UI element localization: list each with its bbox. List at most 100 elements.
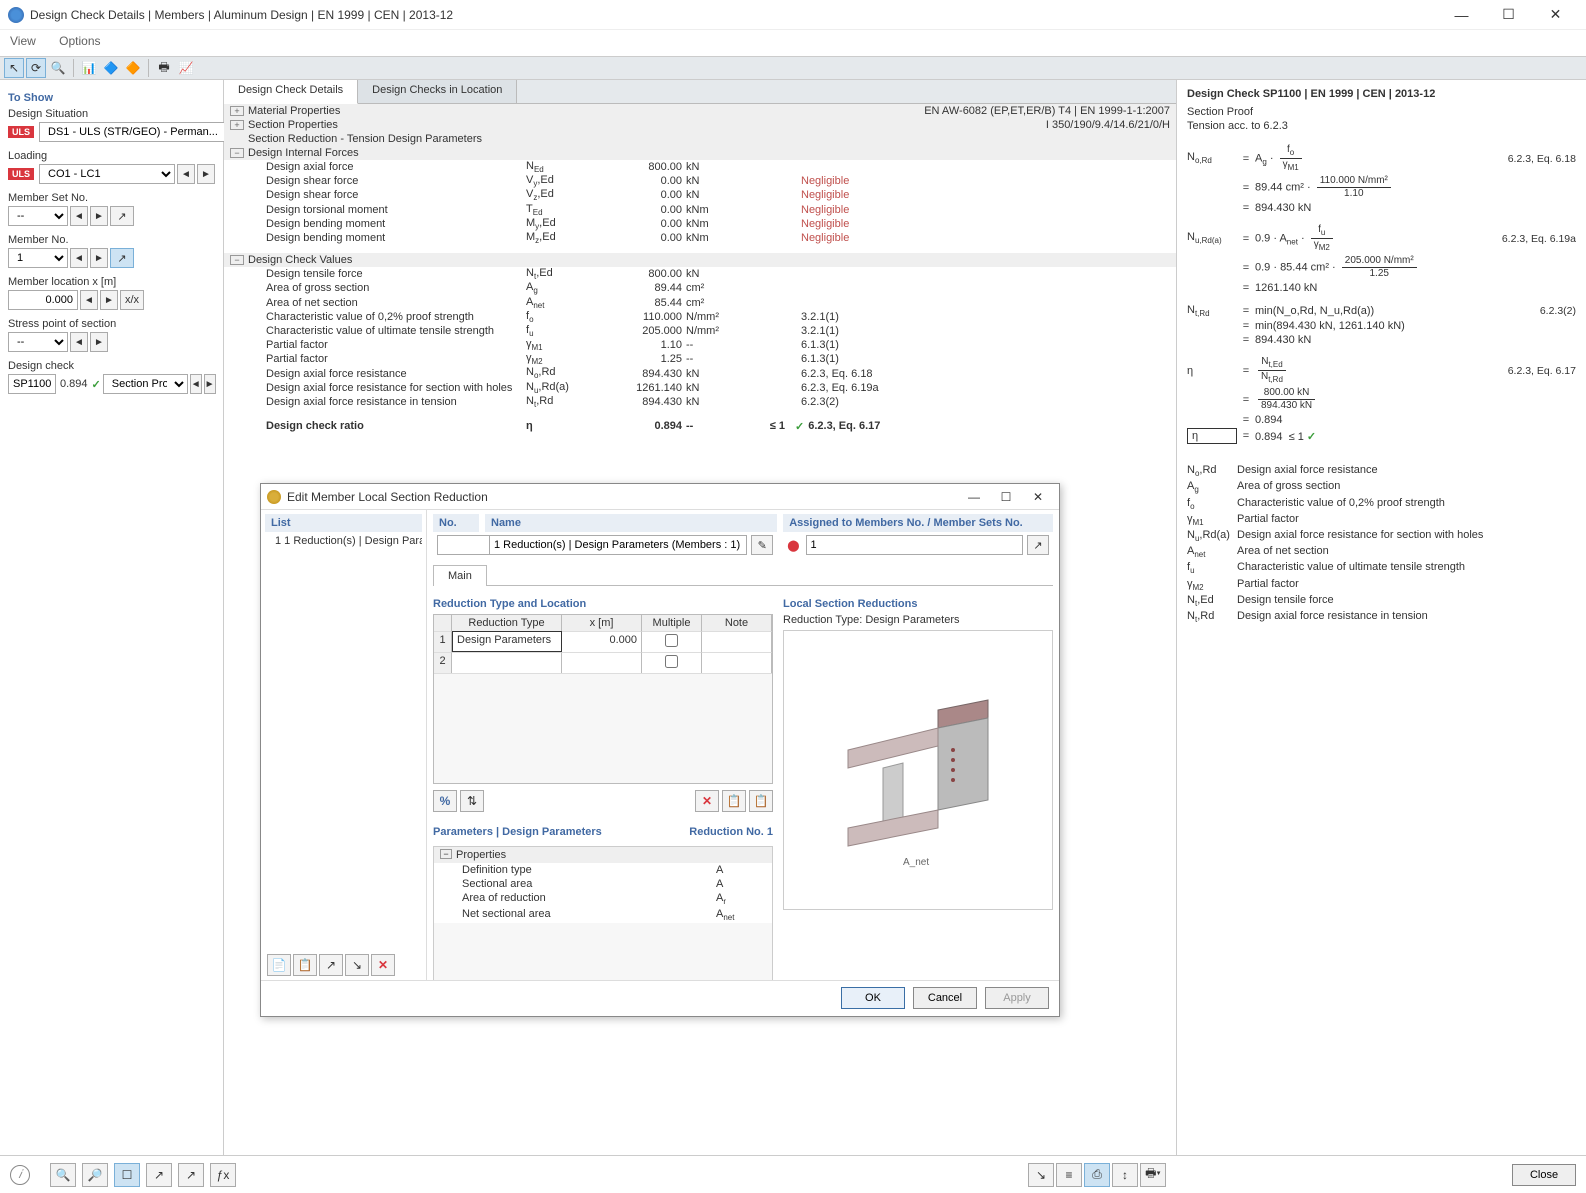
dc-sp-input[interactable] bbox=[8, 374, 56, 394]
mset-prev[interactable]: ◄ bbox=[70, 206, 88, 226]
rp-tool1[interactable]: ↘ bbox=[1028, 1163, 1054, 1187]
foot-zoom[interactable]: 🔍 bbox=[50, 1163, 76, 1187]
expander-icon[interactable]: + bbox=[230, 106, 244, 116]
expander-icon[interactable]: + bbox=[230, 120, 244, 130]
dlg-tab-main[interactable]: Main bbox=[433, 565, 487, 586]
apply-button[interactable]: Apply bbox=[985, 987, 1049, 1009]
minimize-button[interactable]: — bbox=[1439, 1, 1484, 29]
tool-chart[interactable]: 📊 bbox=[79, 58, 99, 78]
rp-tool2[interactable]: ≡ bbox=[1056, 1163, 1082, 1187]
dc-desc-select[interactable]: Section Proof | T... bbox=[103, 374, 188, 394]
mem-next[interactable]: ► bbox=[90, 248, 108, 268]
tab-details[interactable]: Design Check Details bbox=[224, 80, 358, 104]
ok-button[interactable]: OK bbox=[841, 987, 905, 1009]
label-design-situation: Design Situation bbox=[8, 108, 215, 120]
multiple-checkbox-2[interactable] bbox=[665, 655, 678, 668]
loc-x[interactable]: x/x bbox=[120, 290, 144, 310]
list-tool1[interactable]: ↗ bbox=[319, 954, 343, 976]
mem-pick[interactable]: ↗ bbox=[110, 248, 134, 268]
member-select[interactable]: 1 bbox=[8, 248, 68, 268]
name-edit-icon[interactable]: ✎ bbox=[751, 535, 773, 555]
rp-tool3[interactable]: ⎙ bbox=[1084, 1163, 1110, 1187]
list-item[interactable]: 1 1 Reduction(s) | Design Paramet bbox=[265, 532, 422, 550]
dlg-maximize[interactable]: ☐ bbox=[991, 486, 1021, 508]
rp-tool4[interactable]: ↕ bbox=[1112, 1163, 1138, 1187]
tool-print[interactable]: 🖶 bbox=[154, 58, 174, 78]
foot-select[interactable]: ☐ bbox=[114, 1163, 140, 1187]
multiple-checkbox[interactable] bbox=[665, 634, 678, 647]
stress-select[interactable]: -- bbox=[8, 332, 68, 352]
expander-icon[interactable]: − bbox=[230, 255, 244, 265]
table-row: Partial factorγM1 1.10-- 6.1.3(1) bbox=[224, 338, 1176, 352]
list-new[interactable]: 📄 bbox=[267, 954, 291, 976]
label-location: Member location x [m] bbox=[8, 276, 215, 288]
close-button[interactable]: Close bbox=[1512, 1164, 1576, 1186]
row-tool1[interactable]: 📋 bbox=[722, 790, 746, 812]
footer: 𝑖 🔍 🔎 ☐ ↗ ↗ ƒx ↘ ≡ ⎙ ↕ 🖶▾ Close bbox=[0, 1155, 1586, 1193]
loc-next[interactable]: ► bbox=[100, 290, 118, 310]
menubar: View Options bbox=[0, 30, 1586, 56]
cancel-button[interactable]: Cancel bbox=[913, 987, 977, 1009]
dlg-minimize[interactable]: — bbox=[959, 486, 989, 508]
table-row[interactable]: 1 Design Parameters 0.000 bbox=[434, 631, 772, 652]
window-buttons: — ☐ ✕ bbox=[1439, 1, 1578, 29]
assigned-input[interactable] bbox=[806, 535, 1023, 555]
expander-icon[interactable]: − bbox=[230, 148, 244, 158]
dc-ratio: 0.894 bbox=[58, 378, 90, 390]
mset-next[interactable]: ► bbox=[90, 206, 108, 226]
sp-prev[interactable]: ◄ bbox=[70, 332, 88, 352]
location-input[interactable] bbox=[8, 290, 78, 310]
menu-options[interactable]: Options bbox=[59, 34, 100, 48]
maximize-button[interactable]: ☐ bbox=[1486, 1, 1531, 29]
close-window-button[interactable]: ✕ bbox=[1533, 1, 1578, 29]
table-row: Characteristic value of 0,2% proof stren… bbox=[224, 310, 1176, 324]
table-row-empty[interactable]: 2 bbox=[434, 652, 772, 673]
percent-button[interactable]: % bbox=[433, 790, 457, 812]
tool-graph[interactable]: 📈 bbox=[176, 58, 196, 78]
row-tool2[interactable]: 📋 bbox=[749, 790, 773, 812]
table-row: Design axial forceNEd 800.00kN bbox=[224, 160, 1176, 174]
foot-tool2[interactable]: ↗ bbox=[178, 1163, 204, 1187]
sp-next[interactable]: ► bbox=[90, 332, 108, 352]
assigned-pick[interactable]: ↗ bbox=[1027, 535, 1049, 555]
tool-view1[interactable]: 🔷 bbox=[101, 58, 121, 78]
section-value: I 350/190/9.4/14.6/21/0/H bbox=[1046, 119, 1170, 131]
info-icon[interactable]: 𝑖 bbox=[10, 1165, 30, 1185]
list-copy[interactable]: 📋 bbox=[293, 954, 317, 976]
mset-pick[interactable]: ↗ bbox=[110, 206, 134, 226]
dc-prev[interactable]: ◄ bbox=[190, 374, 202, 394]
assigned-header: Assigned to Members No. / Member Sets No… bbox=[783, 514, 1053, 532]
load-next[interactable]: ► bbox=[197, 164, 215, 184]
tab-location[interactable]: Design Checks in Location bbox=[358, 80, 517, 103]
expander-icon[interactable]: − bbox=[440, 849, 452, 859]
foot-zoom2[interactable]: 🔎 bbox=[82, 1163, 108, 1187]
mem-prev[interactable]: ◄ bbox=[70, 248, 88, 268]
row-design-check-values: Design Check Values bbox=[248, 254, 352, 266]
tool-rotate[interactable]: ⟳ bbox=[26, 58, 46, 78]
legend-row: Nu,Rd(a)Design axial force resistance fo… bbox=[1187, 529, 1576, 543]
table-row: Design axial force resistance in tension… bbox=[224, 395, 1176, 409]
rp-print[interactable]: 🖶▾ bbox=[1140, 1163, 1166, 1187]
foot-fx[interactable]: ƒx bbox=[210, 1163, 236, 1187]
dlg-close[interactable]: ✕ bbox=[1023, 486, 1053, 508]
name-input[interactable] bbox=[489, 535, 747, 555]
foot-tool1[interactable]: ↗ bbox=[146, 1163, 172, 1187]
list-tool2[interactable]: ↘ bbox=[345, 954, 369, 976]
col-mult: Multiple bbox=[642, 615, 702, 631]
tool-zoom[interactable]: 🔍 bbox=[48, 58, 68, 78]
tool-arrow[interactable]: ↖ bbox=[4, 58, 24, 78]
member-set-select[interactable]: -- bbox=[8, 206, 68, 226]
loading-select[interactable]: CO1 - LC1 bbox=[39, 164, 175, 184]
label-loading: Loading bbox=[8, 150, 215, 162]
load-prev[interactable]: ◄ bbox=[177, 164, 195, 184]
dc-next[interactable]: ► bbox=[204, 374, 216, 394]
sort-button[interactable]: ⇅ bbox=[460, 790, 484, 812]
row-delete[interactable]: ✕ bbox=[695, 790, 719, 812]
design-situation-select[interactable]: DS1 - ULS (STR/GEO) - Perman... bbox=[39, 122, 239, 142]
table-row: Design shear forceVy,Ed 0.00kN Negligibl… bbox=[224, 174, 1176, 188]
list-delete[interactable]: ✕ bbox=[371, 954, 395, 976]
tool-view2[interactable]: 🔶 bbox=[123, 58, 143, 78]
loc-prev[interactable]: ◄ bbox=[80, 290, 98, 310]
menu-view[interactable]: View bbox=[10, 34, 36, 48]
preview-3d[interactable]: A_net bbox=[783, 630, 1053, 910]
